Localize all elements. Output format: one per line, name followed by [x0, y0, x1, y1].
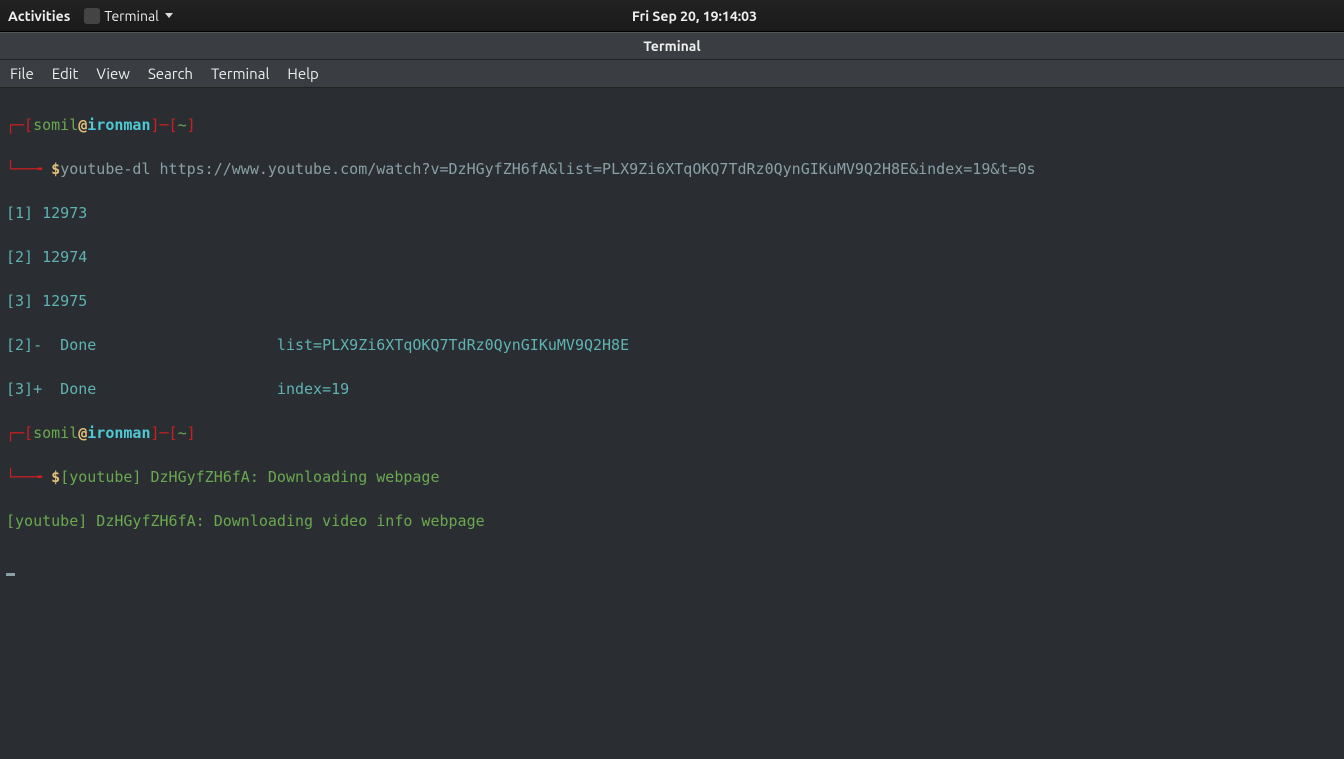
- output-youtube-1: [youtube] DzHGyfZH6fA: Downloading webpa…: [60, 468, 439, 486]
- prompt-host: ironman: [87, 424, 150, 442]
- prompt-user: somil: [33, 116, 78, 134]
- prompt-at: @: [78, 116, 87, 134]
- prompt-line-3: ┌─[somil@ironman]─[~]: [6, 422, 1338, 444]
- topbar-app-menu[interactable]: Terminal: [84, 8, 173, 24]
- command-text: youtube-dl https://www.youtube.com/watch…: [60, 160, 1035, 178]
- job-done-2: [2]- Done list=PLX9Zi6XTqOKQ7TdRz0QynGIK…: [6, 334, 1338, 356]
- menu-terminal[interactable]: Terminal: [211, 65, 269, 82]
- prompt-close: ]: [187, 424, 196, 442]
- terminal-menubar: File Edit View Search Terminal Help: [0, 60, 1344, 88]
- prompt-mid: ]─[: [151, 116, 178, 134]
- cursor-line: [6, 554, 1338, 576]
- activities-button[interactable]: Activities: [8, 8, 70, 24]
- job-line-3: [3] 12975: [6, 290, 1338, 312]
- terminal-viewport[interactable]: ┌─[somil@ironman]─[~] └──╼ $youtube-dl h…: [0, 88, 1344, 602]
- menu-search[interactable]: Search: [148, 65, 193, 82]
- menu-view[interactable]: View: [96, 65, 130, 82]
- prompt-at: @: [78, 424, 87, 442]
- prompt-dollar: $: [51, 468, 60, 486]
- window-titlebar: Terminal: [0, 32, 1344, 60]
- menu-help[interactable]: Help: [287, 65, 318, 82]
- prompt-host: ironman: [87, 116, 150, 134]
- prompt-corner-bottom: └──╼: [6, 468, 51, 486]
- prompt-line-2: └──╼ $youtube-dl https://www.youtube.com…: [6, 158, 1338, 180]
- topbar-app-label: Terminal: [104, 8, 159, 24]
- prompt-corner-top: ┌─[: [6, 116, 33, 134]
- prompt-line-1: ┌─[somil@ironman]─[~]: [6, 114, 1338, 136]
- prompt-dollar: $: [51, 160, 60, 178]
- prompt-line-4: └──╼ $[youtube] DzHGyfZH6fA: Downloading…: [6, 466, 1338, 488]
- prompt-mid: ]─[: [151, 424, 178, 442]
- menu-file[interactable]: File: [10, 65, 34, 82]
- job-line-2: [2] 12974: [6, 246, 1338, 268]
- topbar-clock[interactable]: Fri Sep 20, 19:14:03: [632, 8, 757, 24]
- prompt-user: somil: [33, 424, 78, 442]
- window-title: Terminal: [643, 38, 700, 54]
- prompt-corner-top: ┌─[: [6, 424, 33, 442]
- menu-edit[interactable]: Edit: [52, 65, 79, 82]
- output-youtube-2: [youtube] DzHGyfZH6fA: Downloading video…: [6, 510, 1338, 532]
- terminal-cursor: [6, 573, 15, 576]
- job-done-3: [3]+ Done index=19: [6, 378, 1338, 400]
- prompt-cwd: ~: [178, 116, 187, 134]
- prompt-close: ]: [187, 116, 196, 134]
- job-line-1: [1] 12973: [6, 202, 1338, 224]
- terminal-icon: [84, 8, 100, 24]
- gnome-topbar: Activities Terminal Fri Sep 20, 19:14:03: [0, 0, 1344, 32]
- prompt-cwd: ~: [178, 424, 187, 442]
- chevron-down-icon: [165, 13, 173, 18]
- prompt-corner-bottom: └──╼: [6, 160, 51, 178]
